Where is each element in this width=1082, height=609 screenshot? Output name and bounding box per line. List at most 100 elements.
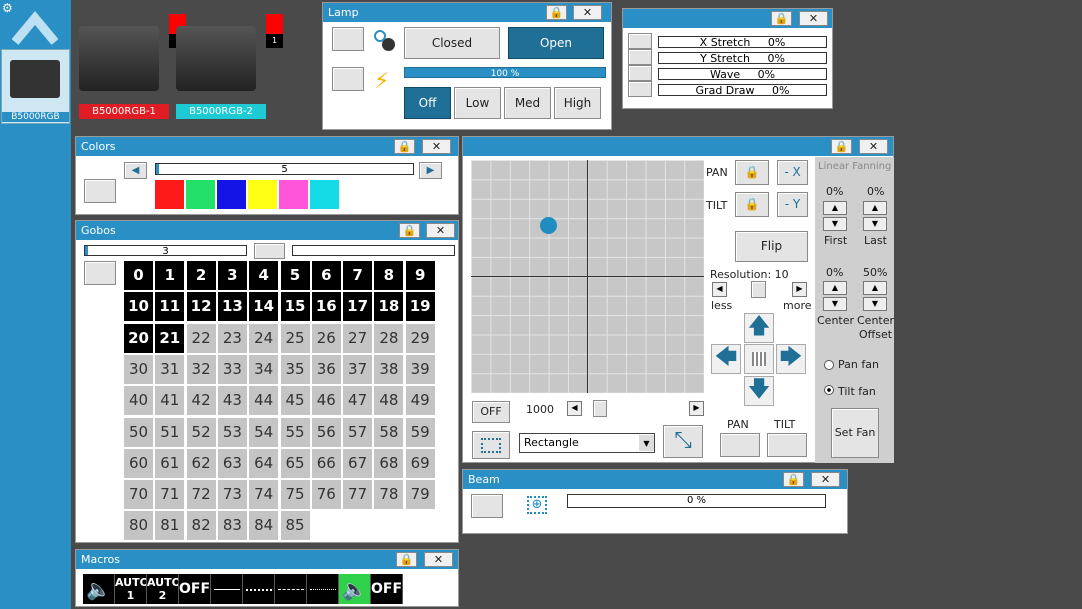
gobo-button[interactable]: 67 (343, 448, 373, 478)
swap-axes-button[interactable]: ⤡ (663, 425, 703, 458)
tilt-fine-button[interactable] (767, 433, 807, 457)
close-button[interactable]: ✕ (859, 139, 888, 154)
lock-icon[interactable]: 🔒 (394, 139, 415, 154)
y-stretch-button[interactable] (628, 49, 652, 65)
gobo-button[interactable]: 6 (311, 261, 341, 290)
gobo-button[interactable]: 22 (186, 323, 216, 353)
gobo-button[interactable]: 62 (186, 448, 216, 478)
speed-left-button[interactable]: ◀ (567, 401, 582, 416)
gobo-button[interactable]: 60 (124, 448, 153, 478)
gobo-button[interactable]: 35 (280, 354, 310, 384)
resolution-slider-thumb[interactable] (751, 281, 766, 298)
gobo-button[interactable]: 58 (374, 417, 404, 447)
gobo-button[interactable]: 13 (217, 292, 247, 322)
level-low-button[interactable]: Low (454, 87, 501, 119)
gobo-button[interactable]: 7 (343, 261, 373, 290)
tilt-lock-button[interactable]: 🔒 (735, 192, 769, 217)
lock-icon[interactable]: 🔒 (399, 223, 420, 238)
select-shape-icon[interactable] (472, 431, 510, 459)
color-prev-button[interactable]: ◀ (124, 162, 147, 179)
gobo-button[interactable]: 17 (343, 292, 373, 322)
pantilt-grid[interactable] (471, 160, 704, 393)
macro-sound-button[interactable]: 🔈 (83, 574, 115, 604)
gobo-button[interactable]: 5 (280, 261, 310, 290)
close-button[interactable]: ✕ (573, 5, 602, 20)
gobo-button[interactable]: 63 (217, 448, 247, 478)
gobo-button[interactable]: 85 (280, 511, 310, 541)
color-swatch[interactable] (217, 180, 246, 209)
gobo-button[interactable]: 40 (124, 386, 153, 416)
close-button[interactable]: ✕ (426, 223, 455, 238)
set-fan-button[interactable]: Set Fan (831, 408, 879, 458)
gobo-button[interactable]: 31 (155, 354, 185, 384)
fixture-1[interactable]: 1 B5000RGB-1 (79, 14, 186, 119)
gobo-button[interactable]: 26 (311, 323, 341, 353)
macro-line-solid[interactable] (211, 574, 243, 604)
gobo-button[interactable]: 46 (311, 386, 341, 416)
gobo-button[interactable]: 56 (311, 417, 341, 447)
lamp-toggle[interactable] (332, 27, 364, 51)
gobo-button[interactable]: 84 (249, 511, 279, 541)
gobo-button[interactable]: 83 (217, 511, 247, 541)
first-up-button[interactable]: ▲ (823, 201, 847, 215)
level-off-button[interactable]: Off (404, 87, 451, 119)
move-right-button[interactable]: 🡆 (776, 344, 806, 374)
tilt-fan-radio[interactable] (824, 385, 834, 395)
lock-icon[interactable]: 🔒 (771, 11, 792, 26)
wave-button[interactable] (628, 65, 652, 81)
center-up-button[interactable]: ▲ (823, 281, 847, 295)
gobo-button[interactable]: 1 (155, 261, 185, 290)
gobo-slider[interactable]: 3 (84, 245, 247, 257)
gobo-button[interactable]: 3 (217, 261, 247, 290)
gobo-button[interactable]: 69 (405, 448, 435, 478)
power-toggle[interactable] (332, 67, 364, 91)
beam-bar[interactable]: 0 % (567, 494, 826, 508)
gobo-button[interactable]: 39 (405, 354, 435, 384)
x-stretch-bar[interactable]: X Stretch 0% (658, 36, 827, 48)
offset-down-button[interactable]: ▼ (863, 297, 887, 311)
y-stretch-bar[interactable]: Y Stretch 0% (658, 52, 827, 64)
gobo-button[interactable]: 4 (249, 261, 279, 290)
gobo-button[interactable]: 15 (280, 292, 310, 322)
level-med-button[interactable]: Med (504, 87, 551, 119)
gobo-button[interactable]: 77 (343, 480, 373, 510)
gobo-button[interactable]: 72 (186, 480, 216, 510)
gobo-button[interactable]: 0 (124, 261, 153, 290)
gobo-button[interactable]: 2 (186, 261, 216, 290)
shutter-open-button[interactable]: Open (508, 27, 604, 59)
gobo-button[interactable]: 61 (155, 448, 185, 478)
power-bar[interactable]: 100 % (404, 67, 606, 79)
gobo-button[interactable]: 70 (124, 480, 153, 510)
gobo-button[interactable]: 38 (374, 354, 404, 384)
gobo-button[interactable]: 80 (124, 511, 153, 541)
lock-icon[interactable]: 🔒 (396, 552, 417, 567)
gobo-button[interactable]: 54 (249, 417, 279, 447)
gobo-button[interactable]: 25 (280, 323, 310, 353)
beam-toggle[interactable] (471, 494, 503, 518)
gobo-button[interactable]: 49 (405, 386, 435, 416)
gobo-button[interactable]: 68 (374, 448, 404, 478)
pan-fine-button[interactable] (720, 433, 760, 457)
macro-line-dots[interactable] (307, 574, 339, 604)
gobos-toggle[interactable] (84, 261, 116, 285)
gobo-button[interactable]: 81 (155, 511, 185, 541)
gobo-button[interactable]: 59 (405, 417, 435, 447)
resolution-less-button[interactable]: ◀ (712, 282, 727, 297)
gobo-button[interactable]: 73 (217, 480, 247, 510)
fixture-thumb[interactable]: B5000RGB (1, 49, 70, 124)
gobo-button[interactable]: 27 (343, 323, 373, 353)
gobo-button[interactable]: 71 (155, 480, 185, 510)
macro-auto1-button[interactable]: AUTO 1 (115, 574, 147, 604)
color-swatch[interactable] (279, 180, 308, 209)
gobo-button[interactable]: 20 (124, 323, 153, 353)
gobo-button[interactable]: 42 (186, 386, 216, 416)
last-up-button[interactable]: ▲ (863, 201, 887, 215)
color-swatch[interactable] (155, 180, 184, 209)
macro-off-button[interactable]: OFF (179, 574, 211, 604)
flip-button[interactable]: Flip (735, 231, 808, 262)
gobo-button[interactable]: 41 (155, 386, 185, 416)
move-down-button[interactable]: 🡇 (744, 376, 774, 406)
grad-draw-button[interactable] (628, 81, 652, 97)
gobo-button[interactable]: 29 (405, 323, 435, 353)
gobo-button[interactable]: 76 (311, 480, 341, 510)
